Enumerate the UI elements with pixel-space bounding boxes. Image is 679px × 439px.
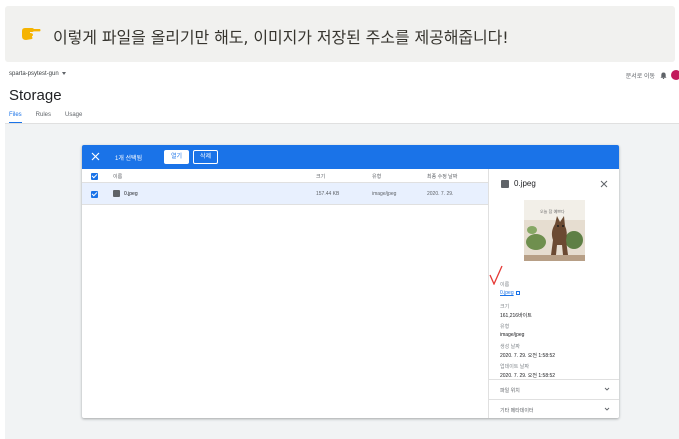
files-card: 1개 선택됨 열기 삭제 이름 크기 유형 최종 수정 날짜 0.jpeg 15… [82,145,619,418]
type-value: image/jpeg [500,332,525,338]
storage-tabs: Files Rules Usage [9,112,82,123]
select-all-checkbox[interactable] [91,173,98,180]
size-label: 크기 [500,304,510,310]
row-size: 157.44 KB [316,191,340,197]
accordion-label: 파일 위치 [500,388,520,394]
created-label: 생성 날짜 [500,344,520,350]
page-title: Storage [9,87,62,104]
size-value: 161,216바이트 [500,313,532,319]
type-label: 유형 [500,324,510,330]
svg-text:오늘 참 예쁘다: 오늘 참 예쁘다 [540,208,565,214]
chevron-down-icon [604,407,610,411]
delete-button[interactable]: 삭제 [193,150,218,164]
image-file-icon [113,190,120,197]
close-icon[interactable] [600,180,608,188]
row-type: image/jpeg [372,191,397,197]
table-header: 이름 크기 유형 최종 수정 날짜 [82,169,488,183]
selected-count: 1개 선택됨 [115,156,143,162]
updated-field: 업데이트 날짜 2020. 7. 29. 오전 1:58:52 [500,363,555,379]
tab-rules[interactable]: Rules [36,112,51,123]
created-field: 생성 날짜 2020. 7. 29. 오전 1:58:52 [500,343,555,359]
created-value: 2020. 7. 29. 오전 1:58:52 [500,353,556,359]
open-in-new-icon[interactable] [515,290,520,295]
column-size[interactable]: 크기 [316,173,325,180]
selection-toolbar: 1개 선택됨 열기 삭제 [82,145,619,169]
files-table: 이름 크기 유형 최종 수정 날짜 0.jpeg 157.44 KB image… [82,169,488,418]
check-annotation-icon [489,265,503,285]
pointing-hand-icon [22,28,41,40]
image-preview[interactable]: 오늘 참 예쁘다 [524,200,585,261]
project-selector[interactable]: sparta-psytest-gun [9,71,66,77]
chevron-down-icon [61,71,66,75]
accordion-label: 기타 메타데이터 [500,408,534,414]
column-modified[interactable]: 최종 수정 날짜 [427,173,457,180]
type-field: 유형 image/jpeg [500,323,524,338]
updated-label: 업데이트 날짜 [500,364,529,370]
close-icon[interactable] [91,152,100,161]
download-url-link[interactable]: 0.jpeg [500,290,514,296]
row-checkbox[interactable] [91,191,98,198]
table-row[interactable]: 0.jpeg 157.44 KB image/jpeg 2020. 7. 29. [82,183,488,205]
firebase-console-screenshot: sparta-psytest-gun 문서로 이동 Storage Files … [5,69,679,439]
column-type[interactable]: 유형 [372,173,381,180]
details-file-name: 0.jpeg [514,179,536,188]
row-name[interactable]: 0.jpeg [124,191,138,197]
avatar[interactable] [671,70,679,80]
project-name: sparta-psytest-gun [9,71,59,77]
tab-files[interactable]: Files [9,112,22,123]
callout-text: 이렇게 파일을 올리기만 해도, 이미지가 저장된 주소를 제공해줍니다! [53,28,509,47]
tip-callout: 이렇게 파일을 올리기만 해도, 이미지가 저장된 주소를 제공해줍니다! [5,6,675,62]
bell-icon[interactable] [660,72,667,79]
other-metadata-accordion[interactable]: 기타 메타데이터 [489,399,619,418]
column-name[interactable]: 이름 [113,173,122,180]
docs-link[interactable]: 문서로 이동 [626,71,655,80]
chevron-down-icon [604,387,610,391]
updated-value: 2020. 7. 29. 오전 1:58:52 [500,373,556,379]
file-location-accordion[interactable]: 파일 위치 [489,379,619,399]
size-field: 크기 161,216바이트 [500,303,532,319]
tab-usage[interactable]: Usage [65,112,82,123]
row-modified: 2020. 7. 29. [427,191,454,197]
open-button[interactable]: 열기 [164,150,189,164]
file-details-panel: 0.jpeg 오늘 참 예쁘다 이름 0.jpeg 크기 161,216바이트 … [488,169,619,418]
image-file-icon [501,180,509,188]
